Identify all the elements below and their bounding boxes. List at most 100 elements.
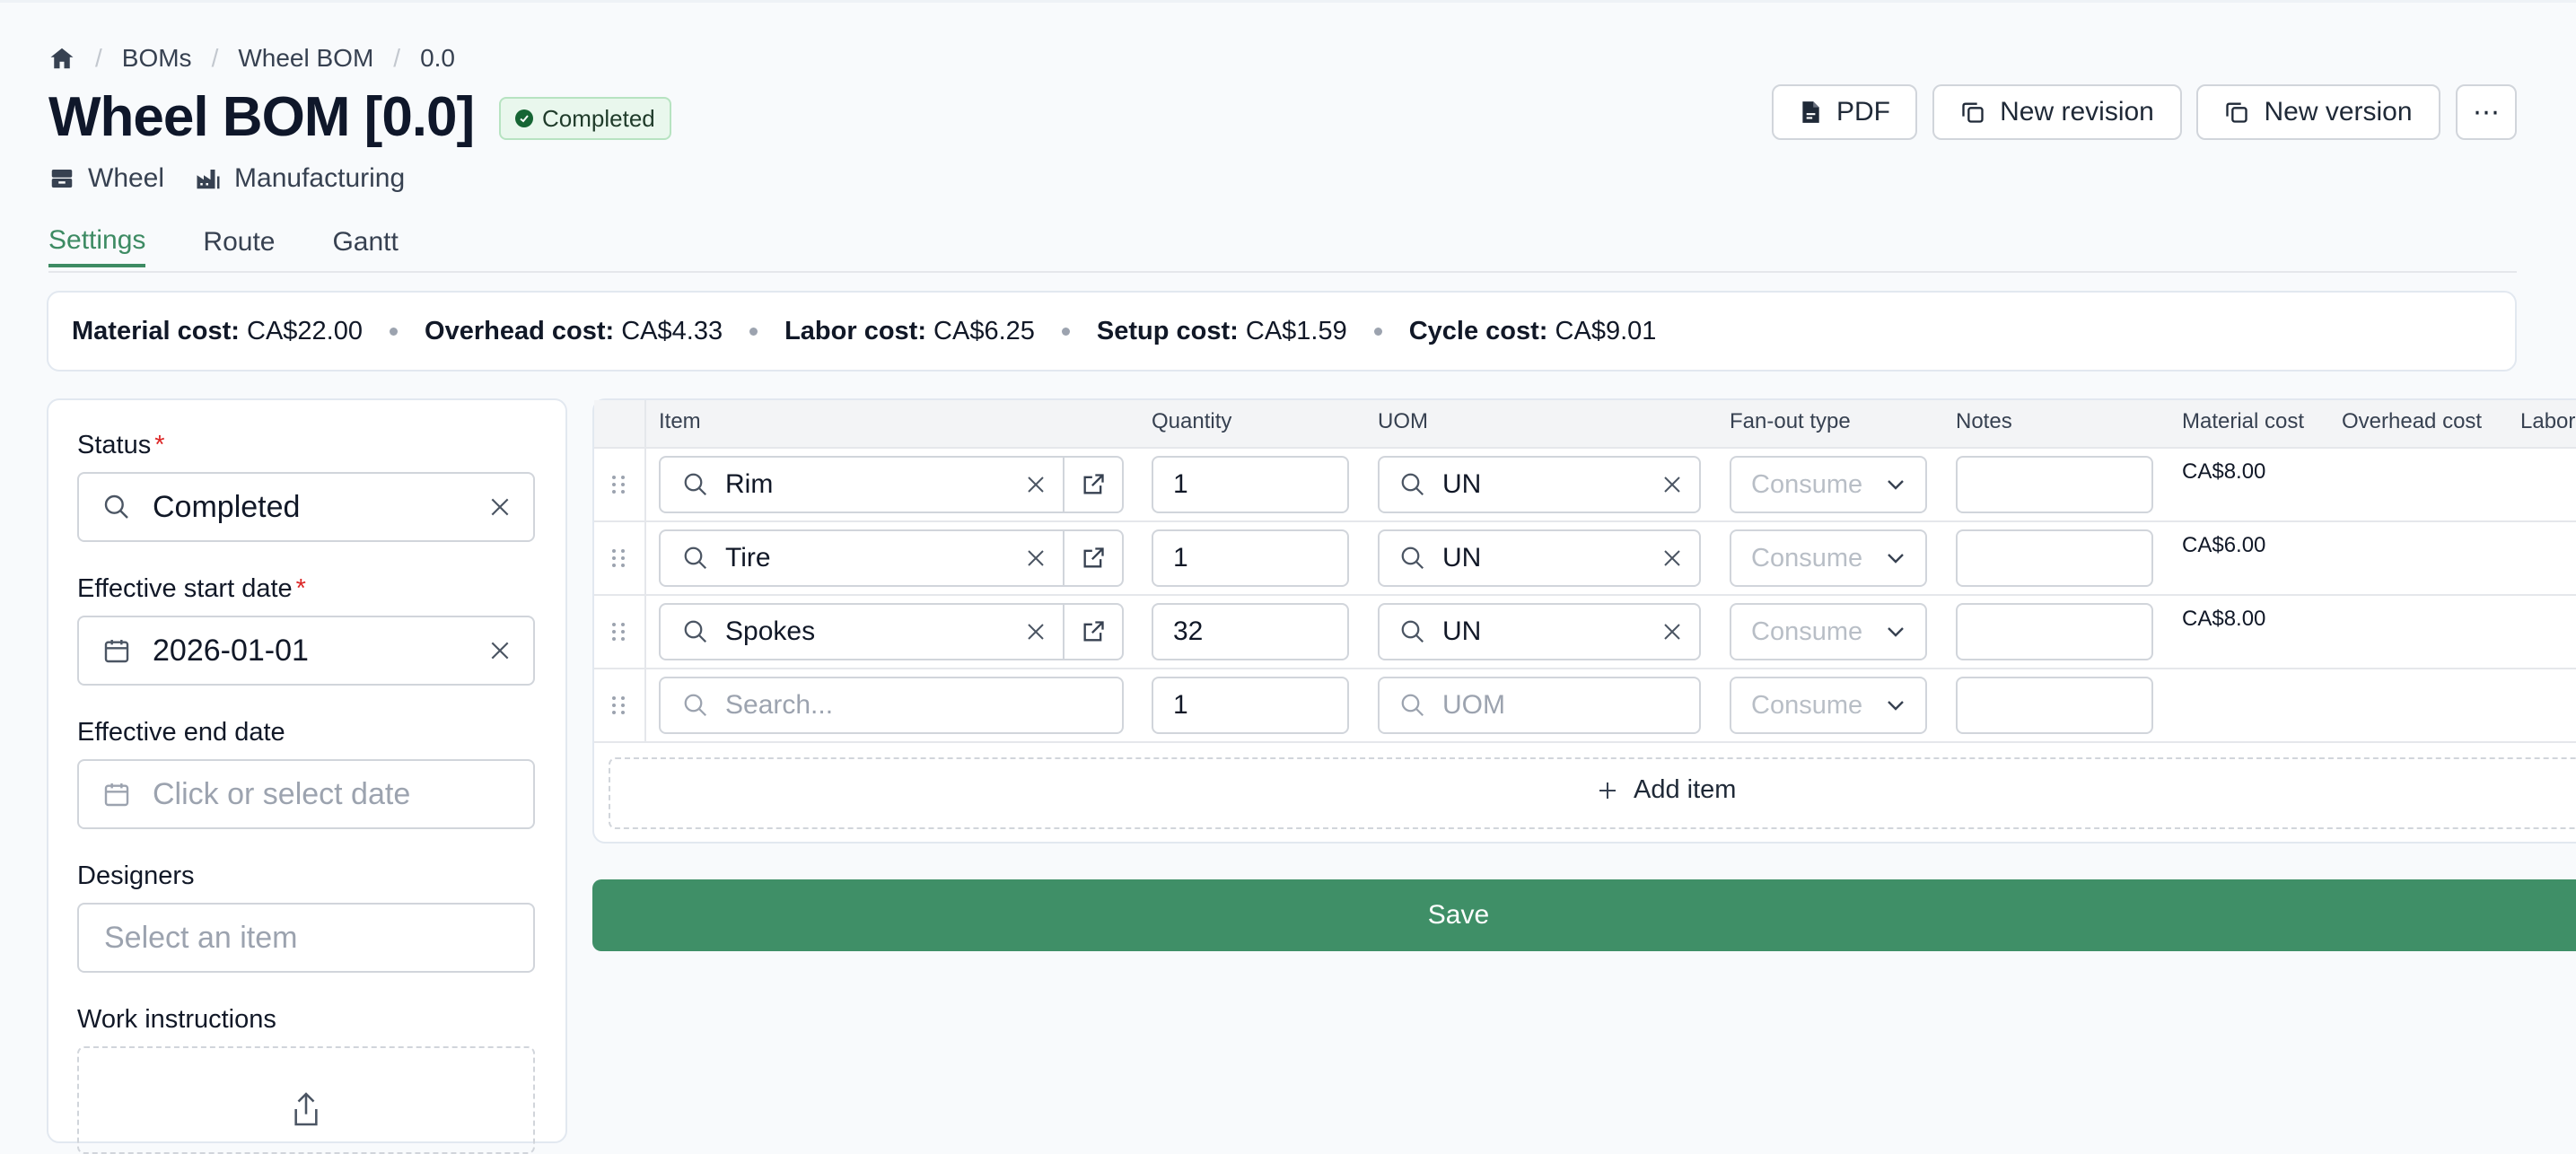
column-material-cost[interactable]: Material cost: [2182, 409, 2304, 434]
tab-settings[interactable]: Settings: [48, 215, 146, 267]
quantity-input[interactable]: 1: [1152, 677, 1349, 734]
notes-input[interactable]: [1956, 456, 2153, 513]
calendar-icon: [102, 636, 131, 665]
breadcrumb-boms[interactable]: BOMs: [122, 44, 192, 73]
clear-icon[interactable]: [1025, 621, 1047, 643]
column-notes[interactable]: Notes: [1956, 409, 2012, 434]
quantity-input[interactable]: 32: [1152, 603, 1349, 660]
item-combobox[interactable]: Tire: [659, 529, 1124, 587]
drag-handle-icon[interactable]: [609, 620, 628, 643]
cycle-cost-label: Cycle cost:: [1408, 316, 1548, 345]
column-fanout[interactable]: Fan-out type: [1730, 409, 1851, 434]
material-cost-label: Material cost:: [72, 316, 240, 345]
fanout-select[interactable]: Consume: [1730, 603, 1927, 660]
box-icon: [48, 165, 75, 192]
home-icon[interactable]: [48, 45, 75, 72]
meta-type-label: Manufacturing: [234, 163, 406, 193]
row-divider: [594, 668, 2576, 669]
clear-icon[interactable]: [488, 639, 512, 662]
drag-handle-icon[interactable]: [609, 546, 628, 570]
add-item-label[interactable]: Add item: [1598, 775, 1736, 805]
status-value: Completed: [153, 489, 301, 524]
notes-input[interactable]: [1956, 603, 2153, 660]
clear-icon[interactable]: [1661, 547, 1683, 569]
search-icon: [102, 493, 131, 521]
uom-combobox[interactable]: UN: [1378, 456, 1701, 513]
overhead-cost-label: Overhead cost:: [425, 316, 615, 345]
pdf-button[interactable]: PDF: [1772, 84, 1917, 140]
cost-summary: Material cost: CA$22.00 Overhead cost: C…: [47, 291, 2517, 372]
column-item[interactable]: Item: [659, 409, 701, 434]
bom-meta: Wheel Manufacturing: [48, 163, 423, 194]
end-date-label: Effective end date: [77, 718, 285, 747]
top-border: [0, 0, 2576, 3]
new-item-search[interactable]: Search...: [659, 677, 1124, 734]
external-link-icon[interactable]: [1081, 619, 1106, 644]
column-uom[interactable]: UOM: [1378, 409, 1428, 434]
overhead-cost-value: CA$4.33: [621, 316, 723, 345]
material-cost-cell: CA$6.00: [2182, 533, 2266, 557]
item-combobox[interactable]: Rim: [659, 456, 1124, 513]
add-item-button[interactable]: [609, 757, 2576, 829]
meta-item[interactable]: Wheel: [48, 163, 164, 194]
notes-input[interactable]: [1956, 677, 2153, 734]
start-date-value: 2026-01-01: [153, 633, 309, 668]
calendar-icon: [102, 780, 131, 809]
file-pdf-icon: [1799, 100, 1822, 125]
more-actions-button[interactable]: ⋯: [2456, 84, 2517, 140]
status-label: Status *: [77, 431, 165, 459]
status-select[interactable]: Completed: [77, 472, 535, 542]
new-revision-button[interactable]: New revision: [1932, 84, 2182, 140]
save-button[interactable]: Save: [592, 879, 2576, 951]
fanout-select[interactable]: Consume: [1730, 456, 1927, 513]
item-value: Rim: [725, 469, 774, 499]
uom-combobox[interactable]: UN: [1378, 603, 1701, 660]
breadcrumb-separator: /: [95, 44, 102, 72]
clear-icon[interactable]: [488, 495, 512, 519]
meta-type: Manufacturing: [195, 163, 405, 194]
new-version-button[interactable]: New version: [2196, 84, 2440, 140]
search-icon: [682, 471, 709, 498]
external-link-icon[interactable]: [1081, 546, 1106, 571]
uom-combobox[interactable]: UOM: [1378, 677, 1701, 734]
end-date-field[interactable]: Click or select date: [77, 759, 535, 829]
drag-handle-icon[interactable]: [609, 473, 628, 496]
clear-icon[interactable]: [1661, 474, 1683, 495]
plus-icon: [1598, 781, 1617, 800]
upload-icon: [291, 1091, 321, 1127]
drag-handle-icon[interactable]: [609, 694, 628, 717]
setup-cost-label: Setup cost:: [1096, 316, 1239, 345]
tab-route[interactable]: Route: [203, 215, 275, 269]
external-link-icon[interactable]: [1081, 472, 1106, 497]
designers-select[interactable]: Select an item: [77, 903, 535, 973]
separator-dot: [390, 327, 399, 336]
item-value: Spokes: [725, 616, 816, 646]
breadcrumb-separator: /: [211, 44, 219, 72]
clear-icon[interactable]: [1025, 547, 1047, 569]
breadcrumb: / BOMs / Wheel BOM / 0.0: [48, 43, 455, 74]
breadcrumb-version[interactable]: 0.0: [420, 44, 455, 73]
fanout-select[interactable]: Consume: [1730, 529, 1927, 587]
separator-dot: [749, 327, 758, 336]
tab-gantt[interactable]: Gantt: [332, 215, 398, 269]
chevron-down-icon: [1886, 699, 1906, 712]
quantity-input[interactable]: 1: [1152, 529, 1349, 587]
start-date-label: Effective start date *: [77, 574, 306, 603]
material-cost-cell: CA$8.00: [2182, 459, 2266, 484]
labor-cost-label: Labor cost:: [784, 316, 926, 345]
column-quantity[interactable]: Quantity: [1152, 409, 1231, 434]
start-date-field[interactable]: 2026-01-01: [77, 616, 535, 686]
material-cost-value: CA$22.00: [247, 316, 364, 345]
breadcrumb-wheel-bom[interactable]: Wheel BOM: [238, 44, 373, 73]
clear-icon[interactable]: [1661, 621, 1683, 643]
fanout-select[interactable]: Consume: [1730, 677, 1927, 734]
clear-icon[interactable]: [1025, 474, 1047, 495]
ellipsis-icon: ⋯: [2473, 97, 2500, 127]
item-combobox[interactable]: Spokes: [659, 603, 1124, 660]
uom-combobox[interactable]: UN: [1378, 529, 1701, 587]
quantity-input[interactable]: 1: [1152, 456, 1349, 513]
separator-dot: [1373, 327, 1382, 336]
column-overhead-cost[interactable]: Overhead cost: [2342, 409, 2482, 434]
column-labor[interactable]: Labor: [2520, 409, 2576, 434]
notes-input[interactable]: [1956, 529, 2153, 587]
